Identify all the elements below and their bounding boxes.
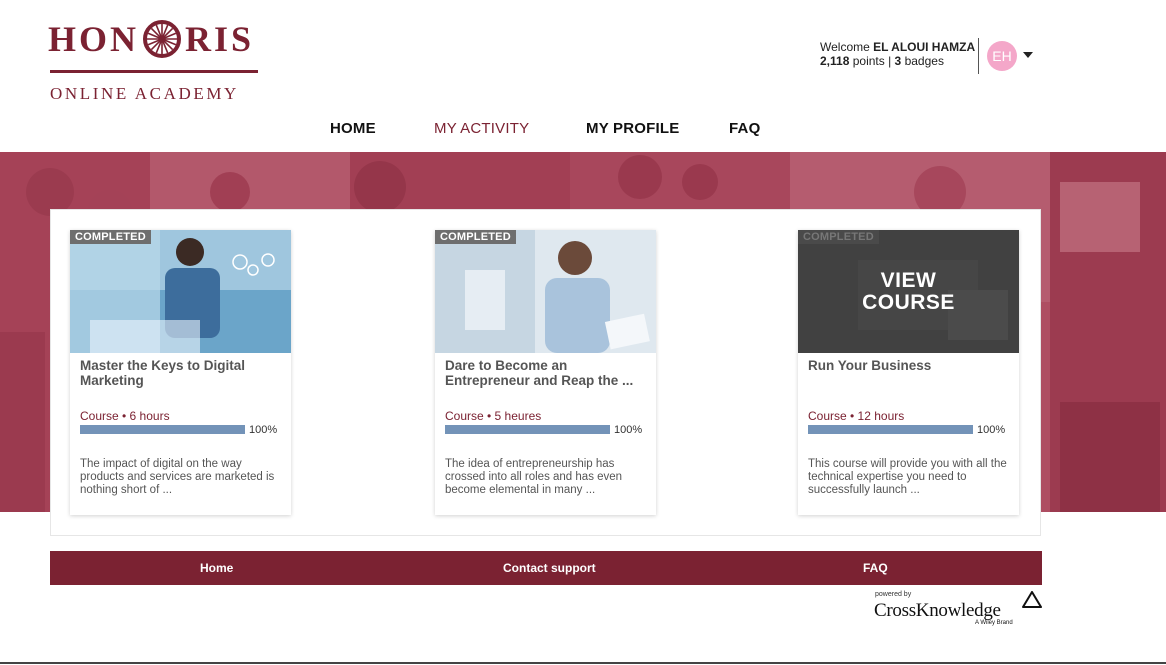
- progress-label: 100%: [614, 424, 643, 436]
- user-welcome-line: Welcome EL ALOUI HAMZA: [820, 40, 975, 54]
- user-divider: [978, 38, 979, 74]
- course-meta: Course • 5 heures: [445, 409, 542, 423]
- course-thumbnail: VIEW COURSE COMPLETED: [798, 230, 1019, 353]
- logo-wordmark: HON RIS: [48, 14, 254, 64]
- status-badge: COMPLETED: [70, 230, 151, 244]
- progress-fill: [808, 425, 973, 434]
- course-thumbnail: COMPLETED: [70, 230, 291, 353]
- nav-my-profile[interactable]: MY PROFILE: [586, 120, 679, 137]
- view-course-button[interactable]: VIEW COURSE: [798, 230, 1019, 353]
- progress-fill: [80, 425, 245, 434]
- honoris-logo[interactable]: HON RIS ONLINE ACADEMY: [48, 14, 260, 104]
- logo-divider: [50, 70, 258, 73]
- view-course-label-2: COURSE: [862, 290, 955, 314]
- logo-subtitle: ONLINE ACADEMY: [50, 84, 239, 103]
- chevron-down-icon[interactable]: [1023, 52, 1033, 58]
- powered-by-label: powered by: [875, 591, 912, 598]
- progress-fill: [445, 425, 610, 434]
- logo-wheel-icon: [143, 20, 182, 58]
- course-image: [435, 230, 656, 353]
- course-card[interactable]: VIEW COURSE COMPLETED Run Your Business …: [798, 230, 1019, 515]
- course-description: This course will provide you with all th…: [808, 458, 1007, 496]
- points-label: points |: [852, 54, 892, 68]
- logo-text-left: HON: [48, 19, 140, 59]
- course-title[interactable]: Run Your Business: [808, 358, 1013, 373]
- course-thumbnail: COMPLETED: [435, 230, 656, 353]
- course-image: [70, 230, 291, 353]
- view-course-label-1: VIEW: [880, 268, 937, 292]
- user-summary: Welcome EL ALOUI HAMZA 2,118 points | 3 …: [820, 40, 975, 68]
- status-badge: COMPLETED: [798, 230, 879, 244]
- progress-bar: [80, 425, 245, 434]
- logo-text-right: RIS: [185, 19, 255, 59]
- points-value: 2,118: [820, 54, 850, 68]
- course-card[interactable]: COMPLETED Dare to Become an Entrepreneur…: [435, 230, 656, 515]
- nav-my-activity[interactable]: MY ACTIVITY: [434, 120, 529, 137]
- course-description: The impact of digital on the way product…: [80, 458, 275, 496]
- course-card[interactable]: COMPLETED Master the Keys to Digital Mar…: [70, 230, 291, 515]
- footer-home-link[interactable]: Home: [200, 561, 233, 575]
- course-description: The idea of entrepreneurship has crossed…: [445, 458, 623, 496]
- avatar[interactable]: EH: [987, 41, 1017, 71]
- footer-contact-support-link[interactable]: Contact support: [503, 561, 596, 575]
- footer-faq-link[interactable]: FAQ: [863, 561, 888, 575]
- crossknowledge-mark-icon: [1022, 591, 1042, 608]
- course-title[interactable]: Master the Keys to Digital Marketing: [80, 358, 285, 388]
- nav-faq[interactable]: FAQ: [729, 120, 760, 137]
- course-title[interactable]: Dare to Become an Entrepreneur and Reap …: [445, 358, 650, 388]
- course-meta: Course • 12 hours: [808, 409, 905, 423]
- progress-bar: [808, 425, 973, 434]
- nav-home[interactable]: HOME: [330, 120, 376, 137]
- page-bottom-divider: [0, 662, 1166, 664]
- badges-value: 3: [894, 54, 902, 68]
- welcome-text: Welcome: [820, 40, 870, 54]
- course-meta: Course • 6 hours: [80, 409, 170, 423]
- main-nav: HOME MY ACTIVITY MY PROFILE FAQ: [0, 120, 1166, 142]
- user-name: EL ALOUI HAMZA: [873, 40, 976, 54]
- crossknowledge-subtitle: A Wiley Brand: [975, 620, 1013, 626]
- user-stats-line: 2,118 points | 3 badges: [820, 54, 975, 68]
- progress-label: 100%: [249, 424, 278, 436]
- progress-bar: [445, 425, 610, 434]
- crossknowledge-logo: CrossKnowledge: [874, 600, 1001, 621]
- status-badge: COMPLETED: [435, 230, 516, 244]
- badges-label: badges: [904, 54, 944, 68]
- footer-bar: Home Contact support FAQ: [50, 551, 1042, 585]
- progress-label: 100%: [977, 424, 1006, 436]
